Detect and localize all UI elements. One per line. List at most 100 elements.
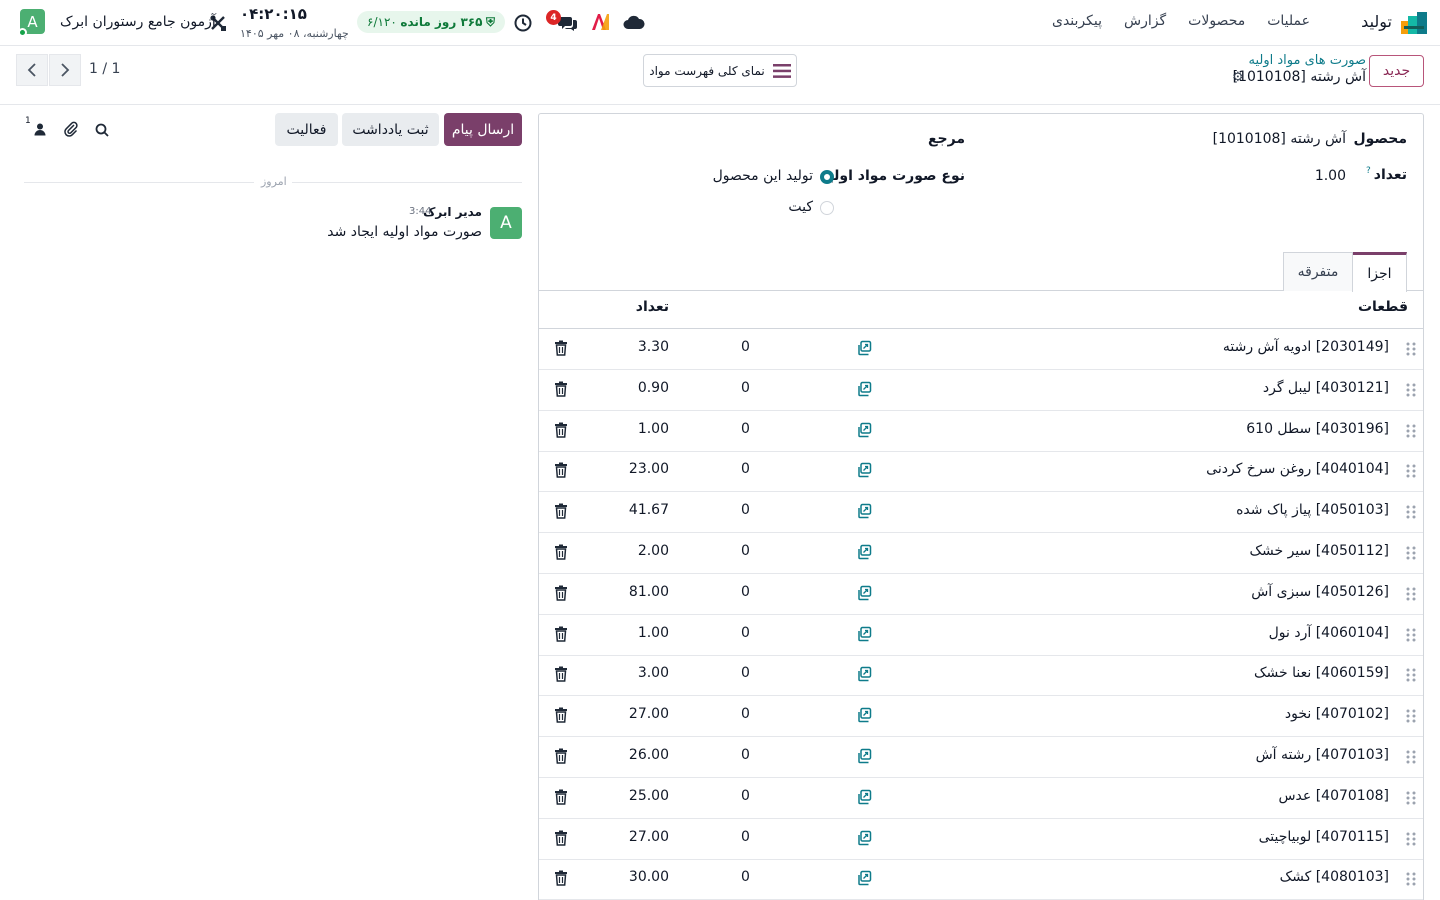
table-row[interactable]: [4030121] لیبل گرد 0 0.90	[539, 370, 1423, 411]
forecast-report-icon[interactable]	[856, 707, 872, 723]
table-row[interactable]: [4050112] سیر خشک 0 2.00	[539, 533, 1423, 574]
component-quantity[interactable]: 3.30	[638, 339, 669, 355]
component-quantity[interactable]: 27.00	[629, 706, 669, 722]
paperclip-icon[interactable]	[59, 117, 83, 141]
send-message-button[interactable]: ارسال پیام	[444, 113, 522, 146]
component-quantity[interactable]: 3.00	[638, 665, 669, 681]
component-name[interactable]: [4040104] روغن سرخ کردنی	[1206, 461, 1389, 477]
app-title[interactable]: تولید	[1361, 12, 1392, 31]
manufacturing-app-icon[interactable]	[1401, 12, 1427, 34]
component-name[interactable]: [4070115] لوبیاچیتی	[1259, 829, 1389, 845]
trash-icon[interactable]	[554, 666, 568, 683]
trash-icon[interactable]	[554, 503, 568, 519]
bom-type-manufacture-radio[interactable]	[820, 170, 834, 184]
component-quantity[interactable]: 0.90	[638, 380, 669, 396]
product-field[interactable]: [1010108] آش رشته	[1213, 131, 1346, 147]
component-name[interactable]: [4030121] لیبل گرد	[1263, 380, 1389, 396]
component-name[interactable]: [4050126] سبزی آش	[1251, 584, 1389, 600]
quantity-field[interactable]: 1.00	[1315, 168, 1346, 184]
drag-handle-icon[interactable]	[1405, 872, 1417, 886]
forecast-report-icon[interactable]	[856, 503, 872, 519]
component-name[interactable]: [4070103] رشته آش	[1256, 747, 1389, 763]
drag-handle-icon[interactable]	[1405, 383, 1417, 397]
quantity-help-tooltip[interactable]: ?	[1366, 166, 1371, 176]
subscription-status-pill[interactable]: ⛨ ۳۶۵ روز مانده ۶/۱۲۰	[357, 11, 505, 33]
drag-handle-icon[interactable]	[1405, 709, 1417, 723]
trash-icon[interactable]	[554, 422, 568, 438]
followers-icon[interactable]	[28, 117, 52, 141]
table-row[interactable]: [4070115] لوبیاچیتی 0 27.00	[539, 819, 1423, 860]
new-button[interactable]: جدید	[1369, 55, 1424, 87]
forecast-report-icon[interactable]	[856, 340, 872, 356]
component-quantity[interactable]: 1.00	[638, 625, 669, 641]
activity-clock-icon[interactable]	[511, 11, 535, 35]
drag-handle-icon[interactable]	[1405, 424, 1417, 438]
drag-handle-icon[interactable]	[1405, 546, 1417, 560]
cloud-icon[interactable]	[622, 10, 646, 34]
forecast-report-icon[interactable]	[856, 830, 872, 846]
search-icon[interactable]	[90, 118, 114, 142]
drag-handle-icon[interactable]	[1405, 668, 1417, 682]
table-row[interactable]: [4030196] سطل 610 0 1.00	[539, 411, 1423, 452]
forecast-report-icon[interactable]	[856, 626, 872, 642]
gear-icon[interactable]: ⚙	[1232, 70, 1244, 85]
component-quantity[interactable]: 27.00	[629, 829, 669, 845]
drag-handle-icon[interactable]	[1405, 505, 1417, 519]
forecast-report-icon[interactable]	[856, 422, 872, 438]
table-row[interactable]: [4050103] پیاز پاک شده 0 41.67	[539, 492, 1423, 534]
pager-value[interactable]: 1 / 1	[89, 61, 120, 77]
column-header-quantity[interactable]: تعداد	[636, 299, 669, 315]
forecast-report-icon[interactable]	[856, 381, 872, 397]
pager-next-button[interactable]	[49, 54, 81, 86]
trash-icon[interactable]	[554, 340, 568, 356]
menu-operations[interactable]: عملیات	[1267, 13, 1310, 29]
message-author-avatar[interactable]: A	[490, 207, 522, 239]
forecast-report-icon[interactable]	[856, 585, 872, 601]
table-row[interactable]: [4060104] آرد نول 0 1.00	[539, 615, 1423, 656]
table-row[interactable]: [4080103] کشک 0 30.00	[539, 859, 1423, 900]
tab-miscellaneous[interactable]: متفرقه	[1283, 252, 1353, 291]
message-author[interactable]: مدیر ابرک	[423, 205, 482, 219]
component-name[interactable]: [4080103] کشک	[1280, 869, 1389, 885]
component-quantity[interactable]: 1.00	[638, 421, 669, 437]
drag-handle-icon[interactable]	[1405, 832, 1417, 846]
company-switcher[interactable]: آزمون جامع رستوران ابرک	[60, 14, 216, 30]
forecast-report-icon[interactable]	[856, 870, 872, 886]
trash-icon[interactable]	[554, 544, 568, 560]
forecast-report-icon[interactable]	[856, 544, 872, 560]
table-row[interactable]: [4050126] سبزی آش 0 81.00	[539, 574, 1423, 615]
component-name[interactable]: [4060159] نعنا خشک	[1254, 665, 1389, 681]
trash-icon[interactable]	[554, 830, 568, 846]
forecast-report-icon[interactable]	[856, 748, 872, 764]
activity-button[interactable]: فعالیت	[275, 113, 338, 146]
component-name[interactable]: [2030149] ادویه آش رشته	[1223, 339, 1389, 355]
component-name[interactable]: [4030196] سطل 610	[1246, 421, 1389, 437]
component-quantity[interactable]: 25.00	[629, 788, 669, 804]
component-quantity[interactable]: 23.00	[629, 461, 669, 477]
forecast-report-icon[interactable]	[856, 462, 872, 478]
forecast-report-icon[interactable]	[856, 666, 872, 682]
table-row[interactable]: [4060159] نعنا خشک 0 3.00	[539, 655, 1423, 697]
forecast-report-icon[interactable]	[856, 789, 872, 805]
breadcrumb-parent[interactable]: صورت های مواد اولیه	[1249, 53, 1366, 68]
drag-handle-icon[interactable]	[1405, 342, 1417, 356]
component-name[interactable]: [4060104] آرد نول	[1269, 625, 1389, 641]
ai-assistant-icon[interactable]	[588, 10, 612, 34]
pager-previous-button[interactable]	[16, 54, 48, 86]
menu-configuration[interactable]: پیکربندی	[1052, 13, 1102, 29]
bom-type-kit-radio[interactable]	[820, 201, 834, 215]
trash-icon[interactable]	[554, 626, 568, 642]
trash-icon[interactable]	[554, 462, 568, 479]
trash-icon[interactable]	[554, 707, 568, 723]
trash-icon[interactable]	[554, 870, 568, 887]
trash-icon[interactable]	[554, 585, 568, 601]
trash-icon[interactable]	[554, 748, 568, 764]
menu-products[interactable]: محصولات	[1188, 13, 1245, 29]
menu-reporting[interactable]: گزارش	[1124, 13, 1166, 29]
bom-type-manufacture-label[interactable]: تولید این محصول	[713, 168, 813, 184]
drag-handle-icon[interactable]	[1405, 587, 1417, 601]
component-quantity[interactable]: 41.67	[629, 502, 669, 518]
table-row[interactable]: [4070108] عدس 0 25.00	[539, 778, 1423, 819]
drag-handle-icon[interactable]	[1405, 791, 1417, 805]
component-name[interactable]: [4050112] سیر خشک	[1249, 543, 1389, 559]
